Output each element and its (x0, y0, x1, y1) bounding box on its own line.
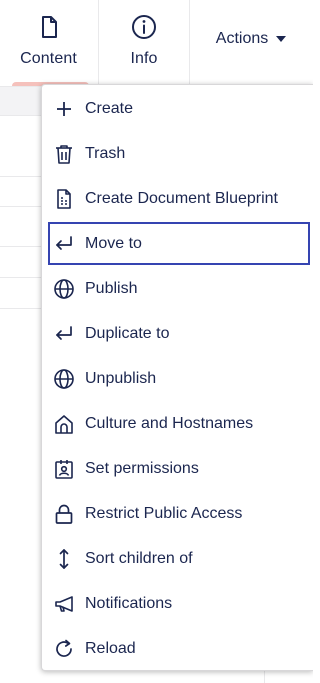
globe-icon (52, 277, 76, 301)
blueprint-icon (52, 187, 76, 211)
menu-item-create-document-blueprint[interactable]: Create Document Blueprint (48, 177, 310, 220)
caret-down-icon (276, 36, 287, 42)
tab-content-label: Content (20, 50, 77, 67)
actions-menu: Create Trash Create Document Blueprint M… (41, 84, 313, 671)
menu-item-label: Create (85, 99, 134, 117)
menu-item-reload[interactable]: Reload (48, 627, 310, 670)
menu-item-notifications[interactable]: Notifications (48, 582, 310, 625)
menu-item-label: Reload (85, 639, 136, 657)
menu-item-create[interactable]: Create (48, 87, 310, 130)
menu-item-trash[interactable]: Trash (48, 132, 310, 175)
return-arrow-icon (52, 322, 76, 346)
menu-item-duplicate-to[interactable]: Duplicate to (48, 312, 310, 355)
menu-item-culture-and-hostnames[interactable]: Culture and Hostnames (48, 402, 310, 445)
menu-item-label: Move to (85, 234, 142, 252)
lock-icon (52, 502, 76, 526)
menu-item-label: Sort children of (85, 549, 193, 567)
menu-item-set-permissions[interactable]: Set permissions (48, 447, 310, 490)
menu-item-move-to[interactable]: Move to (48, 222, 310, 265)
megaphone-icon (52, 592, 76, 616)
menu-item-label: Notifications (85, 594, 173, 612)
home-icon (52, 412, 76, 436)
menu-item-label: Unpublish (85, 369, 157, 387)
actions-dropdown-button[interactable]: Actions (189, 0, 313, 86)
return-arrow-icon (52, 232, 76, 256)
menu-item-label: Restrict Public Access (85, 504, 243, 522)
menu-item-publish[interactable]: Publish (48, 267, 310, 310)
globe-icon (52, 367, 76, 391)
tab-info[interactable]: Info (98, 0, 190, 86)
menu-item-label: Create Document Blueprint (85, 189, 278, 207)
menu-item-sort-children-of[interactable]: Sort children of (48, 537, 310, 580)
vertical-arrows-icon (52, 547, 76, 571)
editor-toolbar: Content Info Actions (0, 0, 313, 87)
reload-icon (52, 637, 76, 661)
menu-item-label: Set permissions (85, 459, 199, 477)
menu-item-label: Publish (85, 279, 138, 297)
info-icon (132, 15, 156, 39)
menu-item-label: Trash (85, 144, 126, 162)
menu-item-unpublish[interactable]: Unpublish (48, 357, 310, 400)
actions-label: Actions (215, 30, 269, 47)
document-icon (41, 16, 57, 38)
plus-icon (52, 97, 76, 121)
tab-info-label: Info (130, 50, 158, 67)
tab-content[interactable]: Content (0, 0, 97, 86)
menu-item-label: Duplicate to (85, 324, 170, 342)
menu-item-label: Culture and Hostnames (85, 414, 254, 432)
id-badge-icon (52, 457, 76, 481)
page: Content Info Actions Create Trash Create… (0, 0, 313, 683)
menu-item-restrict-public-access[interactable]: Restrict Public Access (48, 492, 310, 535)
trash-icon (52, 142, 76, 166)
